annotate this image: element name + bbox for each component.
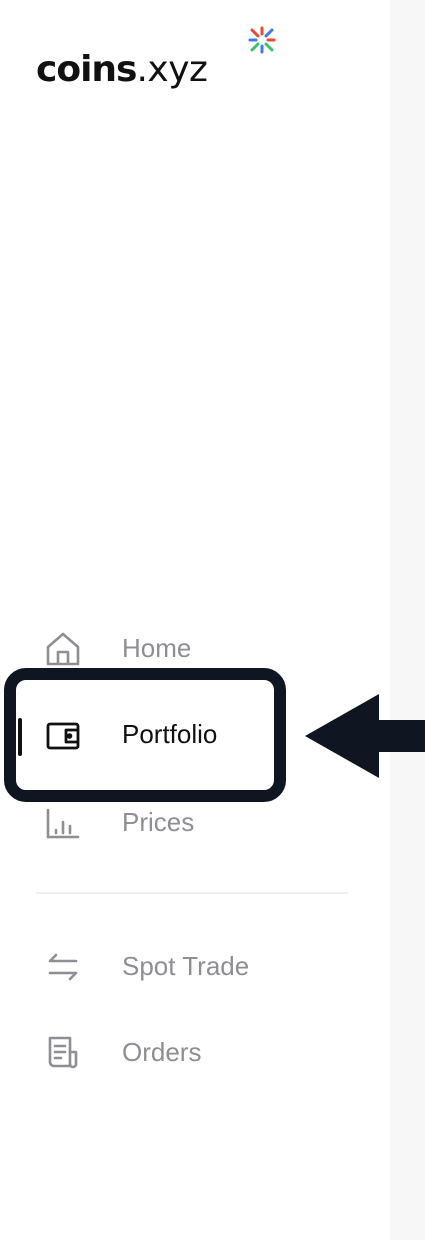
- swap-arrows-icon: [44, 948, 82, 986]
- document-icon: [44, 1034, 82, 1072]
- sidebar-item-spot-trade[interactable]: Spot Trade: [0, 938, 390, 994]
- sidebar-item-label: Orders: [122, 1036, 202, 1067]
- sidebar-item-orders[interactable]: Orders: [0, 1024, 390, 1080]
- main-content-area: [390, 0, 425, 1240]
- bar-chart-icon: [44, 804, 82, 842]
- sidebar-item-label: Prices: [122, 806, 195, 837]
- brand-name-light: .xyz: [136, 49, 208, 90]
- highlight-box: [4, 668, 286, 802]
- sidebar-item-label: Home: [122, 632, 192, 663]
- brand-mark-icon: [248, 26, 276, 54]
- brand-name-bold: coins: [36, 49, 137, 90]
- sidebar-divider: [36, 892, 348, 894]
- pointer-arrow-icon: [305, 694, 425, 778]
- sidebar-item-label: Spot Trade: [122, 950, 250, 981]
- sidebar-item-prices[interactable]: Prices: [0, 794, 390, 850]
- sidebar: coins .xyz Home Portfolio Prices Spot Tr…: [0, 0, 390, 1240]
- brand-logo[interactable]: coins .xyz: [36, 26, 276, 90]
- home-icon: [44, 630, 82, 668]
